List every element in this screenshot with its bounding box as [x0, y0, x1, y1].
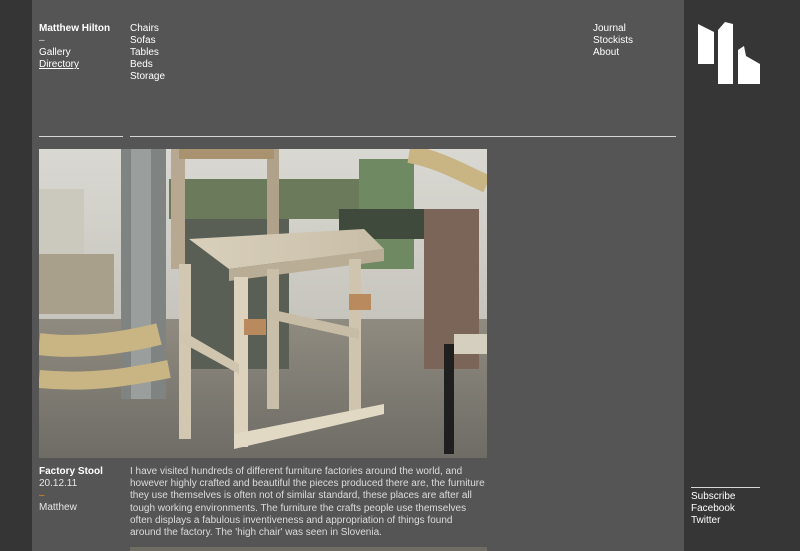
twitter-link[interactable]: Twitter — [691, 515, 735, 527]
post-title[interactable]: Factory Stool — [39, 466, 103, 478]
nav-journal[interactable]: Journal — [593, 23, 633, 35]
factory-stool-photo — [39, 149, 487, 458]
nav-tables[interactable]: Tables — [130, 47, 165, 59]
left-margin — [0, 0, 32, 551]
post-image[interactable] — [39, 149, 487, 458]
post-meta: Factory Stool 20.12.11 – Matthew — [39, 466, 103, 514]
post-author: Matthew — [39, 502, 77, 513]
secondary-nav: Journal Stockists About — [593, 23, 633, 59]
brand-nav: Matthew Hilton – Gallery Directory — [39, 23, 110, 71]
next-post-image-top — [130, 547, 487, 551]
social-links: Subscribe Facebook Twitter — [691, 491, 735, 527]
brand-dash: – — [39, 35, 45, 46]
nav-storage[interactable]: Storage — [130, 71, 165, 83]
post-body: I have visited hundreds of different fur… — [130, 466, 485, 539]
category-nav: Chairs Sofas Tables Beds Storage — [130, 23, 165, 83]
nav-about[interactable]: About — [593, 47, 633, 59]
header-rule-left — [39, 136, 123, 137]
nav-beds[interactable]: Beds — [130, 59, 165, 71]
nav-sofas[interactable]: Sofas — [130, 35, 165, 47]
nav-gallery[interactable]: Gallery — [39, 47, 110, 59]
mh-logo-icon[interactable] — [698, 22, 760, 84]
nav-directory[interactable]: Directory — [39, 59, 110, 71]
subscribe-link[interactable]: Subscribe — [691, 491, 735, 503]
site-brand[interactable]: Matthew Hilton — [39, 23, 110, 35]
header-rule-right — [130, 136, 676, 137]
nav-stockists[interactable]: Stockists — [593, 35, 633, 47]
post-date: 20.12.11 — [39, 478, 78, 489]
post-dash: – — [39, 490, 45, 501]
nav-chairs[interactable]: Chairs — [130, 23, 165, 35]
facebook-link[interactable]: Facebook — [691, 503, 735, 515]
social-rule — [691, 487, 760, 488]
